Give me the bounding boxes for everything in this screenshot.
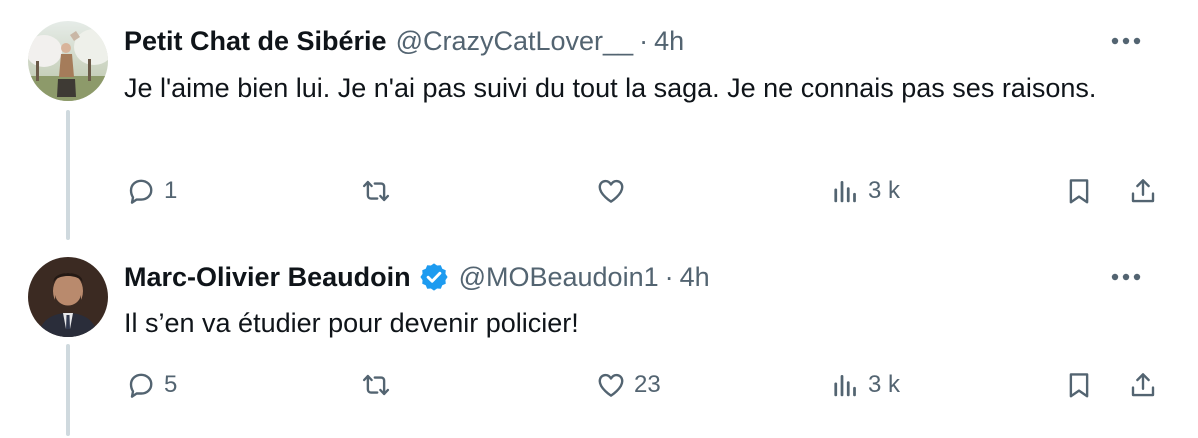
- retweet-button[interactable]: [361, 365, 399, 405]
- display-name[interactable]: Petit Chat de Sibérie: [124, 26, 387, 57]
- tweet-text: Je l'aime bien lui. Je n'ai pas suivi du…: [124, 73, 1097, 103]
- bookmark-icon: [1064, 370, 1094, 400]
- reply-button[interactable]: 1: [126, 171, 177, 211]
- retweet-icon: [361, 176, 391, 206]
- reply-icon: [126, 370, 156, 400]
- tweet[interactable]: Marc-Olivier Beaudoin @MOBeaudoin1 · 4h …: [0, 240, 1198, 438]
- share-button[interactable]: [1128, 171, 1158, 211]
- retweet-icon: [361, 370, 391, 400]
- views-count: 3 k: [868, 371, 901, 398]
- action-bar: 1 3 k: [0, 171, 1198, 211]
- separator: ·: [639, 25, 649, 56]
- reply-count: 5: [164, 371, 178, 398]
- handle[interactable]: @MOBeaudoin1: [459, 262, 659, 293]
- views-button[interactable]: 3 k: [830, 365, 900, 405]
- timestamp[interactable]: 4h: [680, 262, 710, 293]
- reply-count: 1: [164, 177, 178, 204]
- views-button[interactable]: 3 k: [830, 171, 900, 211]
- views-icon: [830, 176, 860, 206]
- tweet[interactable]: Petit Chat de Sibérie @CrazyCatLover__ ·…: [0, 0, 1198, 240]
- heart-icon: [596, 176, 626, 206]
- share-icon: [1128, 370, 1158, 400]
- bookmark-icon: [1064, 176, 1094, 206]
- like-count: 23: [634, 371, 661, 398]
- more-icon[interactable]: [1108, 26, 1144, 56]
- handle[interactable]: @CrazyCatLover__: [396, 26, 634, 57]
- share-icon: [1128, 176, 1158, 206]
- more-icon[interactable]: [1108, 262, 1144, 292]
- heart-icon: [596, 370, 626, 400]
- reply-icon: [126, 176, 156, 206]
- avatar[interactable]: [28, 257, 108, 337]
- like-button[interactable]: 23: [596, 365, 661, 405]
- like-button[interactable]: [596, 171, 634, 211]
- action-bar: 5 23 3 k: [0, 365, 1198, 405]
- views-icon: [830, 370, 860, 400]
- verified-badge-icon[interactable]: [418, 261, 450, 293]
- display-name[interactable]: Marc-Olivier Beaudoin: [124, 262, 411, 293]
- bookmark-button[interactable]: [1064, 171, 1094, 211]
- tweet-header: Petit Chat de Sibérie @CrazyCatLover__ ·…: [124, 24, 684, 58]
- separator: ·: [664, 261, 674, 292]
- timestamp[interactable]: 4h: [654, 26, 684, 57]
- share-button[interactable]: [1128, 365, 1158, 405]
- tweet-text: Il s’en va étudier pour devenir policier…: [124, 308, 579, 338]
- views-count: 3 k: [868, 177, 901, 204]
- bookmark-button[interactable]: [1064, 365, 1094, 405]
- reply-button[interactable]: 5: [126, 365, 177, 405]
- avatar[interactable]: [28, 21, 108, 101]
- tweet-header: Marc-Olivier Beaudoin @MOBeaudoin1 · 4h: [124, 260, 710, 294]
- retweet-button[interactable]: [361, 171, 399, 211]
